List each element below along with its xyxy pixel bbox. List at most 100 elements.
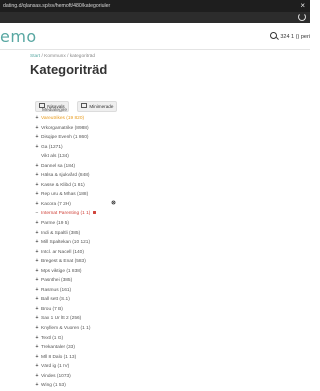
expand-toggle-icon[interactable]: +: [35, 381, 39, 391]
tree-item[interactable]: + Wing (1 53): [35, 381, 96, 391]
tree-item-label[interactable]: Rasmus (161): [41, 288, 71, 293]
tree-item[interactable]: + Rep uru & Mhas (188): [35, 190, 96, 200]
reload-icon[interactable]: [298, 13, 306, 21]
expand-toggle-icon[interactable]: +: [35, 324, 39, 334]
expand-toggle-icon[interactable]: +: [35, 114, 39, 124]
tree-item[interactable]: + Textl (1 G): [35, 334, 96, 344]
breadcrumb-rest: / Kommunx / kategoriträd: [40, 54, 96, 59]
browser-url[interactable]: dating.d/qlansas.sp/sv/hemoft/480/katego…: [3, 0, 110, 12]
expand-toggle-icon[interactable]: +: [35, 190, 39, 200]
expand-toggle-icon[interactable]: +: [35, 238, 39, 248]
expand-toggle-icon[interactable]: +: [35, 257, 39, 267]
tree-item-label[interactable]: Vikt als (134): [41, 154, 69, 159]
expand-toggle-icon[interactable]: +: [35, 181, 39, 191]
tree-item[interactable]: + Disqipe Evenh (1 860): [35, 133, 96, 143]
breadcrumb-home-link[interactable]: Start: [30, 54, 40, 59]
tree-item-label[interactable]: Hälsa & sjukvård (848): [41, 173, 90, 178]
search-icon[interactable]: [270, 32, 278, 39]
tree-item[interactable]: + Knyllem & Vuoren (1 1): [35, 324, 96, 334]
tree-item-label[interactable]: Pasnthei (385): [41, 278, 72, 283]
tree-item[interactable]: + Kasse & Klibd (1 81): [35, 181, 96, 191]
tree-item[interactable]: + Brou (7 B): [35, 305, 96, 315]
tree-item-label[interactable]: Internat Parenting (1 1): [41, 211, 90, 216]
header-search[interactable]: 324 1 () peri: [270, 32, 310, 40]
tree-item-label[interactable]: Textl (1 G): [41, 336, 63, 341]
tree-item-label[interactable]: Knyllem & Vuoren (1 1): [41, 326, 90, 331]
header-search-text: 324 1 () peri: [280, 34, 310, 40]
tree-item-label[interactable]: Parme (19 5): [41, 221, 69, 226]
tree-item[interactable]: + Mill Spaltekan (10 121): [35, 238, 96, 248]
tree-item-label[interactable]: Vindes (1073): [41, 374, 71, 379]
tree-item-label[interactable]: Trekantaler (33): [41, 345, 75, 350]
expand-toggle-icon[interactable]: +: [35, 305, 39, 315]
expand-toggle-icon[interactable]: +: [35, 276, 39, 286]
expand-toggle-icon[interactable]: +: [35, 267, 39, 277]
category-tree: + Vareutrikes (19 820) + Vrkorgamatrike (89…: [35, 114, 97, 391]
collapse-toggle-icon[interactable]: −: [35, 209, 39, 219]
expand-toggle-icon[interactable]: +: [35, 314, 39, 324]
page-title: Kategoriträd: [30, 62, 108, 77]
tree-item-label[interactable]: Kasse & Klibd (1 81): [41, 183, 85, 188]
tree-item-label[interactable]: Sax 1 Ur ltt 2 (256): [41, 316, 81, 321]
tree-item-label[interactable]: Kacora (7 2H): [41, 202, 71, 207]
tree-item-label[interactable]: Vrkorgamatrike (8988): [41, 126, 89, 131]
expand-toggle-icon[interactable]: +: [35, 171, 39, 181]
browser-toolbar: [0, 12, 310, 23]
tree-item[interactable]: + Kacora (7 2H): [35, 200, 96, 210]
tree-item[interactable]: + Trekantaler (33): [35, 343, 96, 353]
expand-toggle-icon[interactable]: +: [35, 200, 39, 210]
tree-item[interactable]: + Vareutrikes (19 820): [35, 114, 96, 124]
expand-toggle-icon[interactable]: +: [35, 229, 39, 239]
tree-item[interactable]: + Mll 8 Dalo (1 13): [35, 353, 96, 363]
tree-item-label[interactable]: Brou (7 B): [41, 307, 63, 312]
expand-toggle-icon[interactable]: +: [35, 343, 39, 353]
tree-item-label[interactable]: Mill Spaltekan (10 121): [41, 240, 90, 245]
tree-item[interactable]: + Rasmus (161): [35, 286, 96, 296]
collapse-all-button[interactable]: Minimerade: [77, 101, 118, 112]
tree-item[interactable]: Vikt als (134): [35, 152, 96, 162]
tree-item-label[interactable]: Indi & Spaltli (385): [41, 231, 80, 236]
tree-item[interactable]: + Parme (19 5): [35, 219, 96, 229]
site-logo[interactable]: emo: [0, 27, 37, 46]
tree-item-label[interactable]: Wing (1 53): [41, 383, 66, 388]
tree-item-label[interactable]: Mps viktige (1 838): [41, 269, 82, 274]
tree-item[interactable]: + Dannel sa (184): [35, 162, 96, 172]
close-icon[interactable]: ×: [300, 0, 305, 12]
tree-item[interactable]: + Intcl. ar Nacell (140): [35, 248, 96, 258]
expand-toggle-icon[interactable]: +: [35, 133, 39, 143]
tree-item[interactable]: + Sax 1 Ur ltt 2 (256): [35, 314, 96, 324]
tree-item-label[interactable]: Mll 8 Dalo (1 13): [41, 355, 76, 360]
tree-item[interactable]: + Indi & Spaltli (385): [35, 229, 96, 239]
expand-toggle-icon[interactable]: +: [35, 295, 39, 305]
tree-item-label[interactable]: Disqipe Evenh (1 860): [41, 135, 88, 140]
tree-item-label[interactable]: Rep uru & Mhas (188): [41, 192, 88, 197]
tree-item[interactable]: + Vindes (1073): [35, 372, 96, 382]
tree-item-label[interactable]: Bregest & Enat (583): [41, 259, 86, 264]
tree-item-label[interactable]: Ball sett (S.1): [41, 297, 70, 302]
tree-item[interactable]: + Mps viktige (1 838): [35, 267, 96, 277]
tree-item[interactable]: + Pasnthei (385): [35, 276, 96, 286]
expand-toggle-icon[interactable]: +: [35, 334, 39, 344]
tree-item-label[interactable]: Vareutrikes (19 820): [41, 116, 84, 121]
tree-item[interactable]: + Ball sett (S.1): [35, 295, 96, 305]
tree-root-label: Mediategire: [42, 108, 68, 113]
tree-item-label[interactable]: Ga (1271): [41, 145, 63, 150]
tree-item[interactable]: + Vrkorgamatrike (8988): [35, 124, 96, 134]
expand-toggle-icon[interactable]: +: [35, 372, 39, 382]
expand-toggle-icon[interactable]: +: [35, 248, 39, 258]
browser-address-bar: dating.d/qlansas.sp/sv/hemoft/480/katego…: [0, 0, 310, 12]
tree-item-label[interactable]: Dannel sa (184): [41, 164, 75, 169]
expand-toggle-icon[interactable]: +: [35, 353, 39, 363]
expand-toggle-icon[interactable]: +: [35, 219, 39, 229]
tree-item[interactable]: + Hälsa & sjukvård (848): [35, 171, 96, 181]
tree-item-label[interactable]: Intcl. ar Nacell (140): [41, 250, 84, 255]
expand-toggle-icon[interactable]: +: [35, 124, 39, 134]
tree-item[interactable]: − Internat Parenting (1 1): [35, 209, 97, 219]
tree-item[interactable]: + Bregest & Enat (583): [35, 257, 96, 267]
edit-icon[interactable]: [93, 211, 97, 215]
tree-item-label[interactable]: Värd ig (1 IV): [41, 364, 69, 369]
expand-toggle-icon[interactable]: +: [35, 286, 39, 296]
expand-toggle-icon[interactable]: +: [35, 162, 39, 172]
tree-item[interactable]: + Ga (1271): [35, 143, 96, 153]
expand-toggle-icon[interactable]: +: [35, 143, 39, 153]
